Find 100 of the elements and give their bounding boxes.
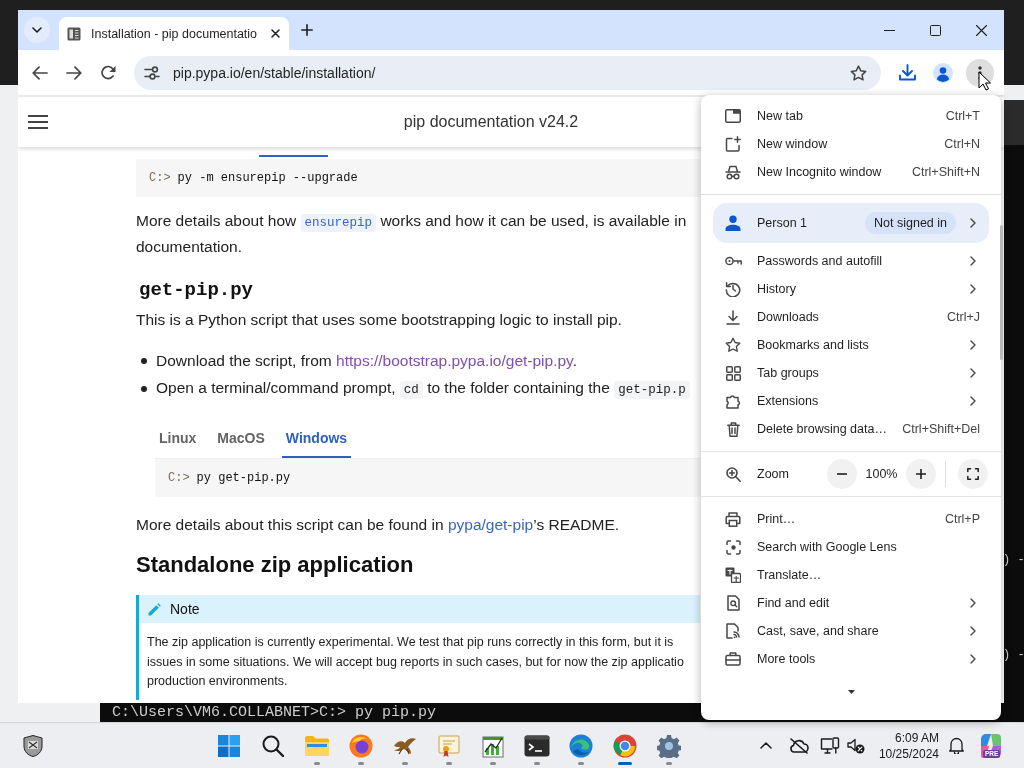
clock-date: 10/25/2024 — [878, 745, 939, 762]
back-icon[interactable] — [32, 65, 48, 80]
menu-item[interactable]: Extensions — [701, 387, 1001, 415]
code-prompt: C:> — [149, 171, 171, 185]
avatar-icon[interactable] — [933, 62, 953, 83]
new-tab-plus-icon[interactable] — [301, 24, 313, 36]
bird-icon[interactable] — [392, 736, 418, 755]
zoom-icon — [725, 466, 741, 482]
scroll-down-icon[interactable] — [847, 690, 855, 694]
terminal-text: ) - — [1003, 553, 1024, 567]
cloud-off-icon[interactable] — [788, 737, 809, 754]
address-bar[interactable]: pip.pypa.io/en/stable/installation/ — [134, 55, 881, 90]
link[interactable]: pypa/get-pip — [447, 516, 534, 533]
monitor-icon[interactable] — [819, 736, 840, 755]
bullet-icon — [141, 358, 147, 364]
menu-item[interactable]: New tab Ctrl+T — [701, 102, 1001, 130]
tab[interactable]: MacOS — [213, 420, 276, 458]
speaker-muted-icon[interactable] — [846, 737, 865, 754]
site-settings-icon[interactable] — [144, 65, 160, 80]
chevron-right-icon — [970, 218, 976, 228]
forward-icon[interactable] — [66, 65, 82, 80]
menu-item[interactable]: Search with Google Lens — [701, 533, 1001, 561]
menu-item[interactable]: Delete browsing data… Ctrl+Shift+Del — [701, 415, 1001, 443]
minimize-icon[interactable] — [883, 29, 895, 31]
browser-tab[interactable]: Installation - pip documentatio — [59, 17, 289, 50]
lens-icon — [725, 539, 741, 555]
link[interactable]: ensurepip — [300, 212, 377, 229]
key-icon — [724, 256, 742, 266]
bookmark-star-icon[interactable] — [850, 64, 867, 81]
note-title: Note — [170, 601, 200, 617]
code-prompt: C:> — [168, 471, 190, 485]
history-icon — [725, 281, 741, 297]
browser-icon[interactable] — [349, 733, 373, 758]
menu-item[interactable]: Cast, save, and share — [701, 617, 1001, 645]
menu-item[interactable]: Passwords and autofill — [701, 247, 1001, 275]
menu-item[interactable]: New window Ctrl+N — [701, 130, 1001, 158]
bullet-icon — [141, 386, 147, 392]
chevron-right-icon — [970, 626, 976, 636]
zoom-out-button[interactable] — [827, 459, 857, 489]
download-icon[interactable] — [898, 64, 916, 81]
shield-logo-icon[interactable] — [23, 734, 43, 757]
find-page-icon — [726, 595, 740, 611]
list-item-text: Download the script, from https://bootstrap.pypa.io/get-pip.py. — [156, 351, 578, 371]
settings-icon[interactable] — [657, 733, 681, 758]
terminal-icon[interactable] — [524, 734, 550, 757]
certificate-icon[interactable] — [438, 733, 460, 758]
shortcut-text: Ctrl+N — [944, 137, 980, 151]
folder-icon[interactable] — [304, 734, 330, 757]
link[interactable]: https://bootstrap.pypa.io/get-pip.py — [336, 352, 573, 369]
close-icon[interactable] — [271, 29, 280, 38]
scrollbar-thumb[interactable] — [1000, 225, 1003, 360]
search-icon[interactable] — [262, 734, 284, 757]
printer-icon — [725, 511, 741, 527]
paragraph: This is a Python script that uses some bootstrapping logic to install pip. — [136, 310, 622, 330]
menu-item[interactable]: Find and edit — [701, 589, 1001, 617]
shortcut-text: Ctrl+Shift+Del — [902, 422, 980, 436]
pencil-icon — [148, 602, 161, 616]
menu-item[interactable]: Downloads Ctrl+J — [701, 303, 1001, 331]
tab[interactable]: Linux — [155, 420, 208, 458]
paragraph: More details about this script can be found in pypa/get-pip’s README. — [136, 515, 620, 535]
browser-icon[interactable] — [569, 733, 593, 758]
menu-item[interactable]: More tools — [701, 645, 1001, 673]
zoom-in-button[interactable] — [906, 459, 936, 489]
puzzle-icon — [725, 393, 741, 409]
menu-item[interactable]: Translate… — [701, 561, 1001, 589]
document-icon — [67, 26, 81, 41]
status-chip: Not signed in — [865, 212, 956, 234]
menu-item[interactable]: Print… Ctrl+P — [701, 505, 1001, 533]
menu-item[interactable]: Tab groups — [701, 359, 1001, 387]
star-icon — [725, 337, 741, 353]
chevron-right-icon — [970, 396, 976, 406]
chevron-right-icon — [970, 654, 976, 664]
section-heading: get-pip.py — [139, 278, 254, 303]
chevron-down-icon — [32, 27, 42, 33]
chart-notepad-icon[interactable] — [482, 733, 504, 758]
start-icon[interactable] — [218, 734, 240, 757]
browser-icon[interactable] — [613, 733, 637, 758]
shortcut-text: Ctrl+P — [944, 512, 980, 526]
terminal-text: C:\Users\VM6.COLLABNET>C:> py pip.py — [111, 704, 438, 722]
document-icon — [726, 623, 740, 639]
section-heading: Standalone zip application — [136, 551, 414, 579]
shortcut-text: Ctrl+J — [947, 310, 980, 324]
clock-time: 6:09 AM — [894, 729, 939, 746]
bell-icon[interactable] — [949, 737, 964, 754]
profile-item[interactable]: Person 1 Not signed in — [713, 203, 989, 243]
menu-icon[interactable] — [28, 115, 48, 129]
chevron-up-icon[interactable] — [759, 742, 772, 749]
clock[interactable]: 6:09 AM 10/25/2024 — [878, 729, 939, 762]
maximize-icon[interactable] — [929, 24, 941, 36]
tab-search-button[interactable] — [24, 17, 50, 43]
menu-item[interactable]: New Incognito window Ctrl+Shift+N — [701, 158, 1001, 186]
chevron-right-icon — [970, 598, 976, 608]
zoom-label: Zoom — [757, 467, 790, 481]
menu-item[interactable]: Bookmarks and lists — [701, 331, 1001, 359]
fullscreen-button[interactable] — [958, 459, 988, 489]
reload-icon[interactable] — [100, 65, 116, 80]
close-icon[interactable] — [975, 24, 987, 36]
plus-icon — [916, 469, 926, 479]
menu-item[interactable]: History — [701, 275, 1001, 303]
new-tab-icon — [725, 109, 741, 123]
